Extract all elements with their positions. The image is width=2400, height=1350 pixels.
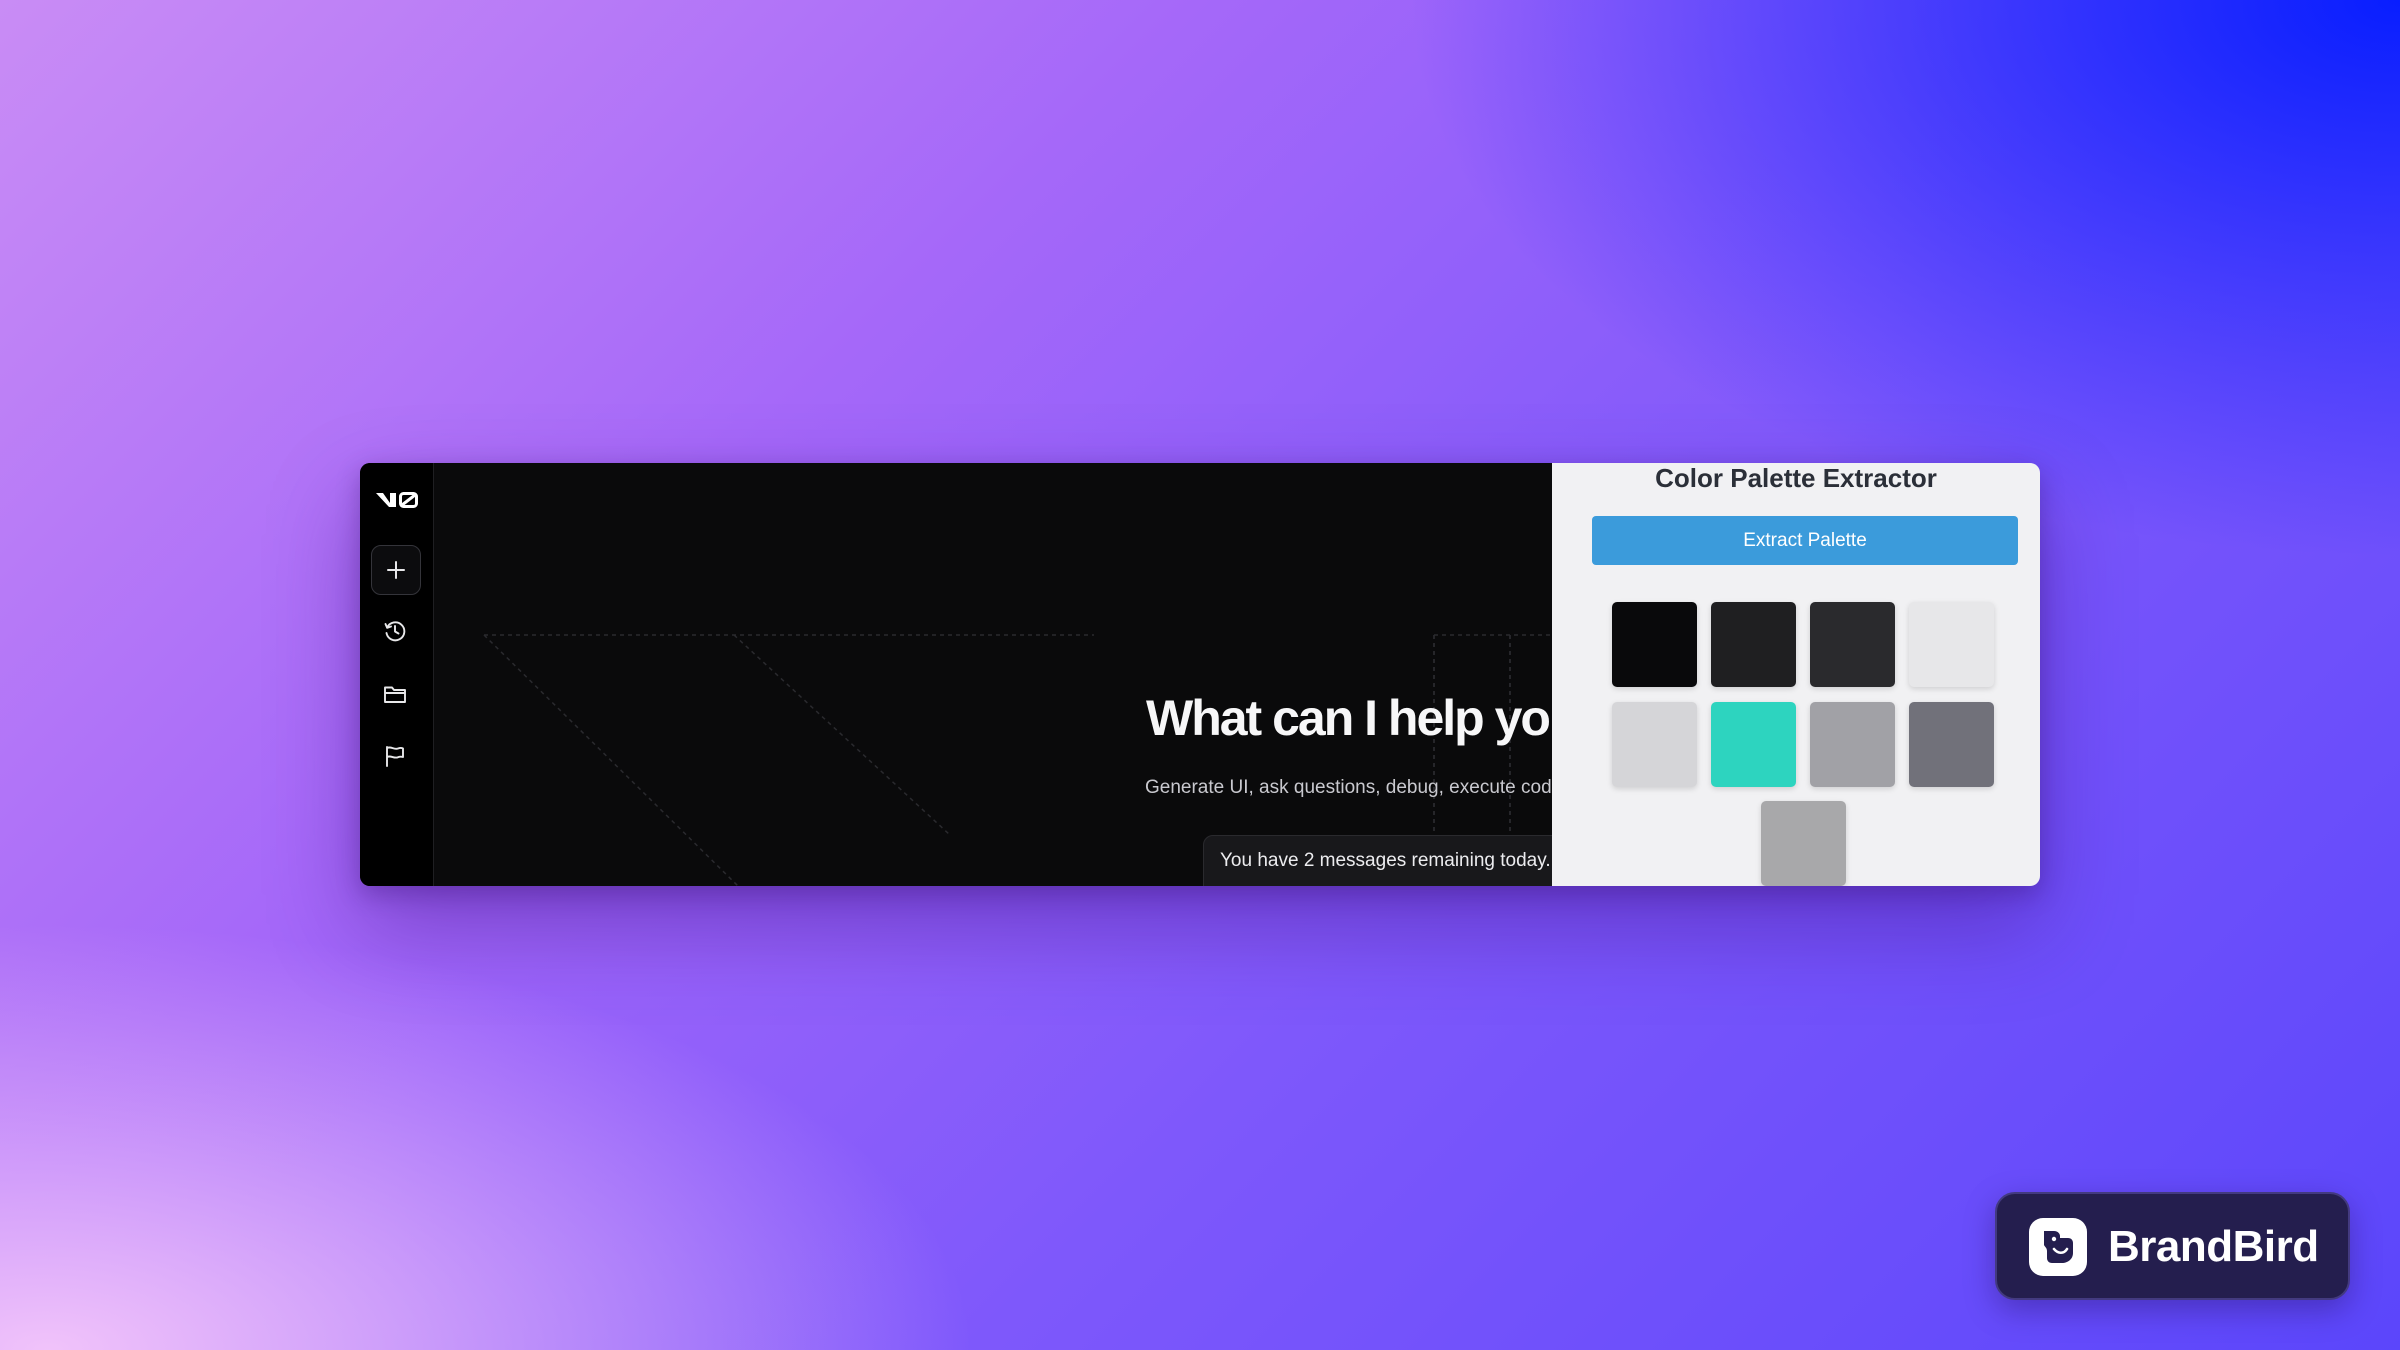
color-swatch-9[interactable] <box>1761 801 1846 886</box>
color-swatch-6[interactable] <box>1711 702 1796 787</box>
color-swatch-1[interactable] <box>1612 602 1697 687</box>
message-limit-text: You have 2 messages remaining today. <box>1220 850 1551 871</box>
app-window: What can I help you s Generate UI, ask q… <box>360 463 2040 886</box>
sidebar <box>360 463 434 886</box>
new-chat-button[interactable] <box>371 545 421 595</box>
folder-icon <box>384 686 406 703</box>
main-area: What can I help you s Generate UI, ask q… <box>434 463 1552 886</box>
plus-icon <box>387 561 405 579</box>
v0-logo[interactable] <box>374 487 420 511</box>
extractor-title: Color Palette Extractor <box>1655 463 1937 493</box>
hero-subtitle: Generate UI, ask questions, debug, execu… <box>1145 777 1552 798</box>
flag-icon <box>386 746 404 767</box>
v0-app: What can I help you s Generate UI, ask q… <box>360 463 1552 886</box>
extract-palette-button[interactable]: Extract Palette <box>1592 516 2018 565</box>
history-icon <box>384 621 406 642</box>
color-swatch-5[interactable] <box>1612 702 1697 787</box>
brandbird-logo <box>2029 1218 2087 1276</box>
message-limit-banner: You have 2 messages remaining today. <box>1203 835 1552 886</box>
hero-heading: What can I help you s <box>1146 690 1552 746</box>
color-swatch-2[interactable] <box>1711 602 1796 687</box>
color-swatch-4[interactable] <box>1909 602 1994 687</box>
brandbird-label: BrandBird <box>2108 1222 2319 1271</box>
background-grid-lines-right <box>1433 635 1511 835</box>
brandbird-badge: BrandBird <box>1995 1192 2350 1300</box>
history-button[interactable] <box>371 607 419 655</box>
color-palette-extractor: Color Palette Extractor Extract Palette <box>1552 463 2040 886</box>
color-swatch-7[interactable] <box>1810 702 1895 787</box>
color-swatch-3[interactable] <box>1810 602 1895 687</box>
feedback-button[interactable] <box>371 732 419 780</box>
projects-button[interactable] <box>371 670 419 718</box>
color-swatch-8[interactable] <box>1909 702 1994 787</box>
